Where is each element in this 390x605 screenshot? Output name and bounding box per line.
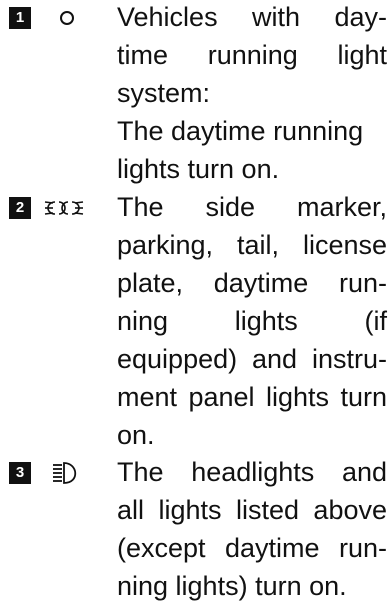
item-number-badge: 2 — [9, 197, 31, 219]
side-marker-lights-icon — [44, 201, 84, 215]
item-text-line: (except daytime run- — [117, 533, 387, 563]
item-number-badge: 3 — [9, 462, 31, 484]
item-text-line: ment panel lights turn — [117, 382, 387, 412]
item-text-line: The daytime running — [117, 116, 364, 146]
item-text-line: The headlights and — [117, 457, 387, 487]
item-text-line: ning lights) turn on. — [117, 571, 347, 601]
item-text-line: equipped) and instru- — [117, 344, 387, 374]
item-text-line: plate, daytime run- — [117, 268, 387, 298]
off-position-icon — [60, 11, 74, 25]
item-text-line: ning lights (if — [117, 306, 387, 336]
item-number-badge: 1 — [9, 7, 31, 29]
item-text-line: on. — [117, 420, 155, 450]
headlight-icon — [53, 462, 77, 484]
item-text-line: lights turn on. — [117, 154, 280, 184]
item-text-line: Vehicles with day- — [117, 2, 387, 32]
item-text-line: The side marker, — [117, 192, 387, 222]
item-text-line: parking, tail, license — [117, 230, 387, 260]
item-text-line: system: — [117, 78, 211, 108]
item-text-line: time running light — [117, 40, 387, 70]
item-text-line: all lights listed above — [117, 495, 387, 525]
